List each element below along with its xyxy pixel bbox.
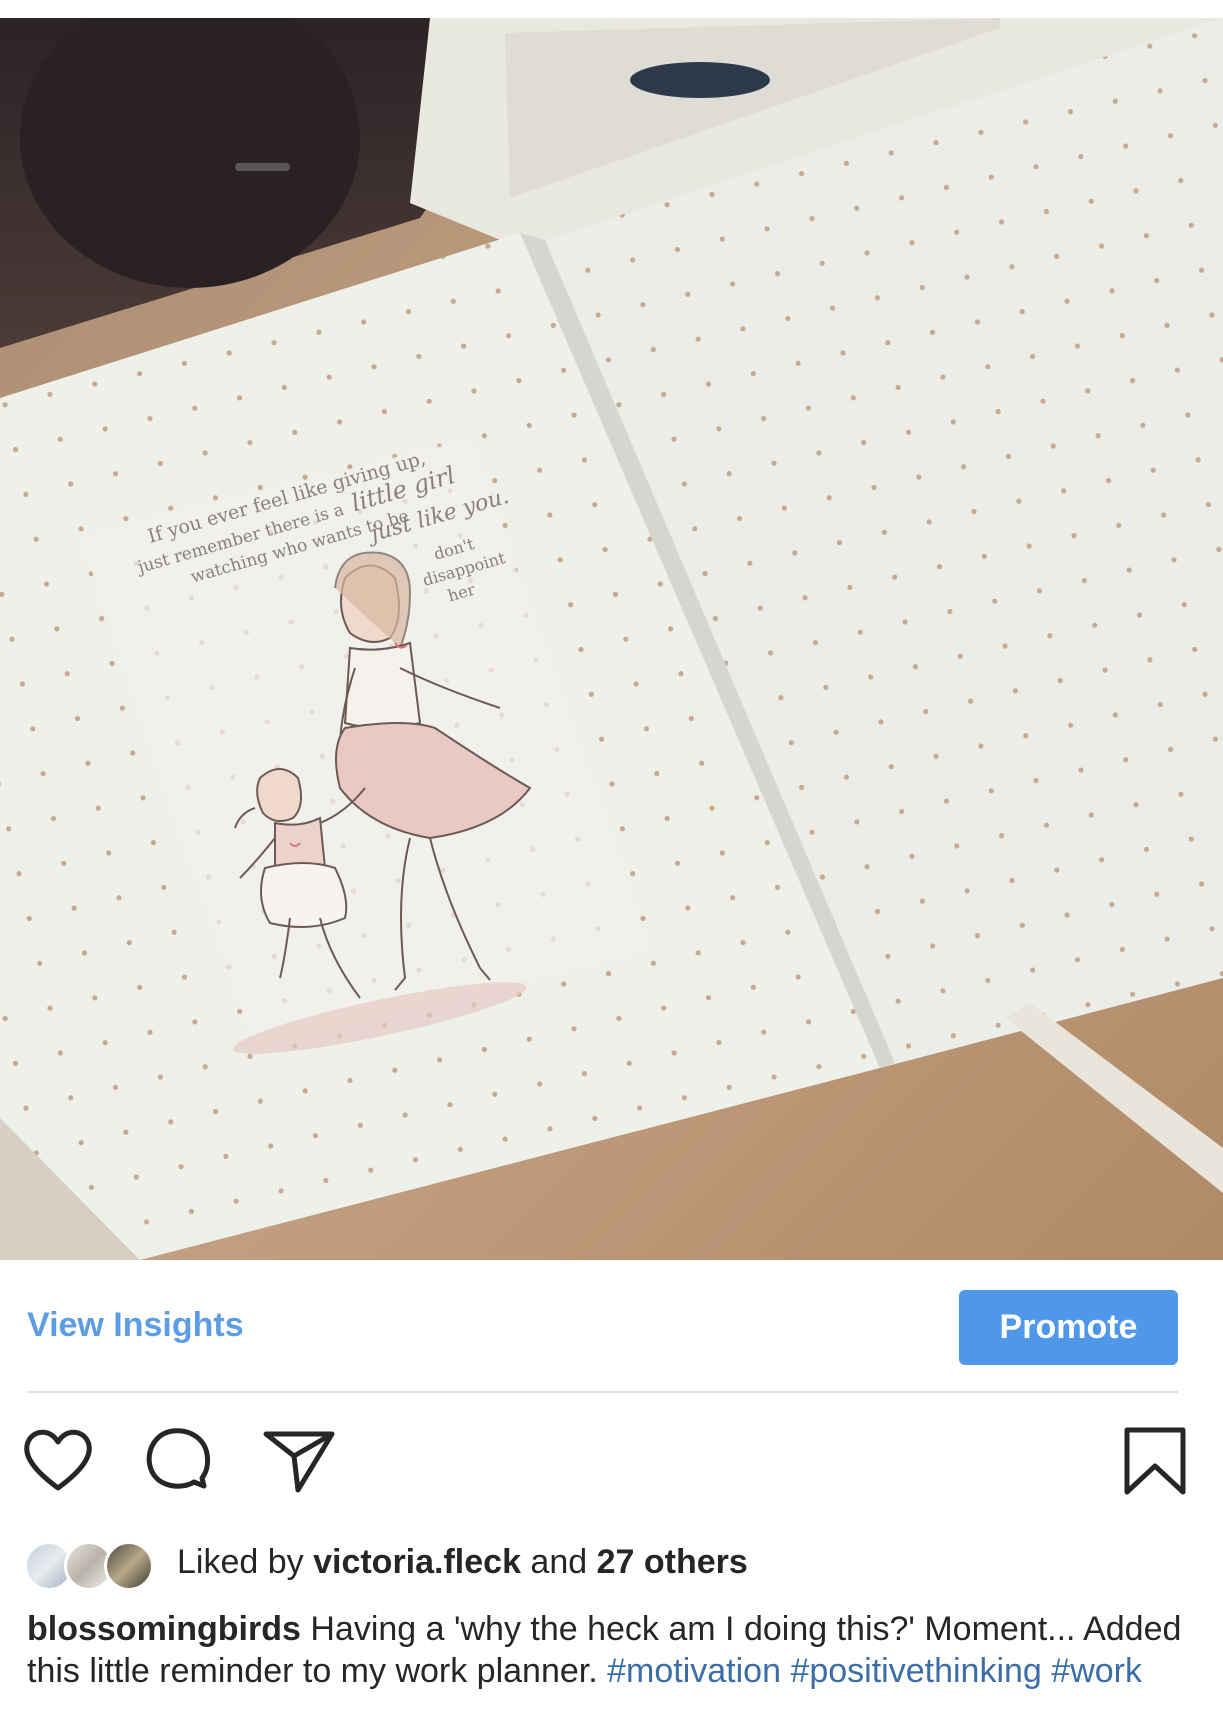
post-photo[interactable]: If you ever feel like giving up, just re… bbox=[0, 18, 1223, 1260]
likes-prefix: Liked by bbox=[177, 1543, 314, 1581]
view-insights-link[interactable]: View Insights bbox=[27, 1306, 244, 1345]
likes-row: Liked by victoria.fleck and 27 others bbox=[24, 1535, 1204, 1597]
heart-icon[interactable] bbox=[18, 1420, 98, 1500]
status-bar-strip bbox=[0, 0, 1223, 18]
promote-button[interactable]: Promote bbox=[959, 1290, 1178, 1365]
post-caption: blossomingbirds Having a 'why the heck a… bbox=[27, 1608, 1197, 1692]
comment-icon[interactable] bbox=[138, 1420, 218, 1500]
share-icon[interactable] bbox=[258, 1420, 338, 1500]
hashtag-link[interactable]: #positivethinking bbox=[790, 1652, 1041, 1690]
caption-username[interactable]: blossomingbirds bbox=[27, 1610, 301, 1648]
divider bbox=[27, 1391, 1178, 1393]
hashtag-link[interactable]: #work bbox=[1051, 1652, 1142, 1690]
hashtag-link[interactable]: #motivation bbox=[607, 1652, 781, 1690]
likes-middle: and bbox=[520, 1543, 597, 1581]
insights-row: View Insights Promote bbox=[0, 1260, 1223, 1392]
liked-by-user-link[interactable]: victoria.fleck bbox=[313, 1543, 521, 1581]
likes-others-link[interactable]: 27 others bbox=[597, 1543, 748, 1581]
planner-photo-illustration: If you ever feel like giving up, just re… bbox=[0, 18, 1223, 1260]
bookmark-icon[interactable] bbox=[1115, 1420, 1195, 1500]
avatar[interactable] bbox=[104, 1541, 154, 1591]
likes-summary: Liked by victoria.fleck and 27 others bbox=[177, 1543, 748, 1582]
post-action-bar bbox=[0, 1420, 1223, 1510]
